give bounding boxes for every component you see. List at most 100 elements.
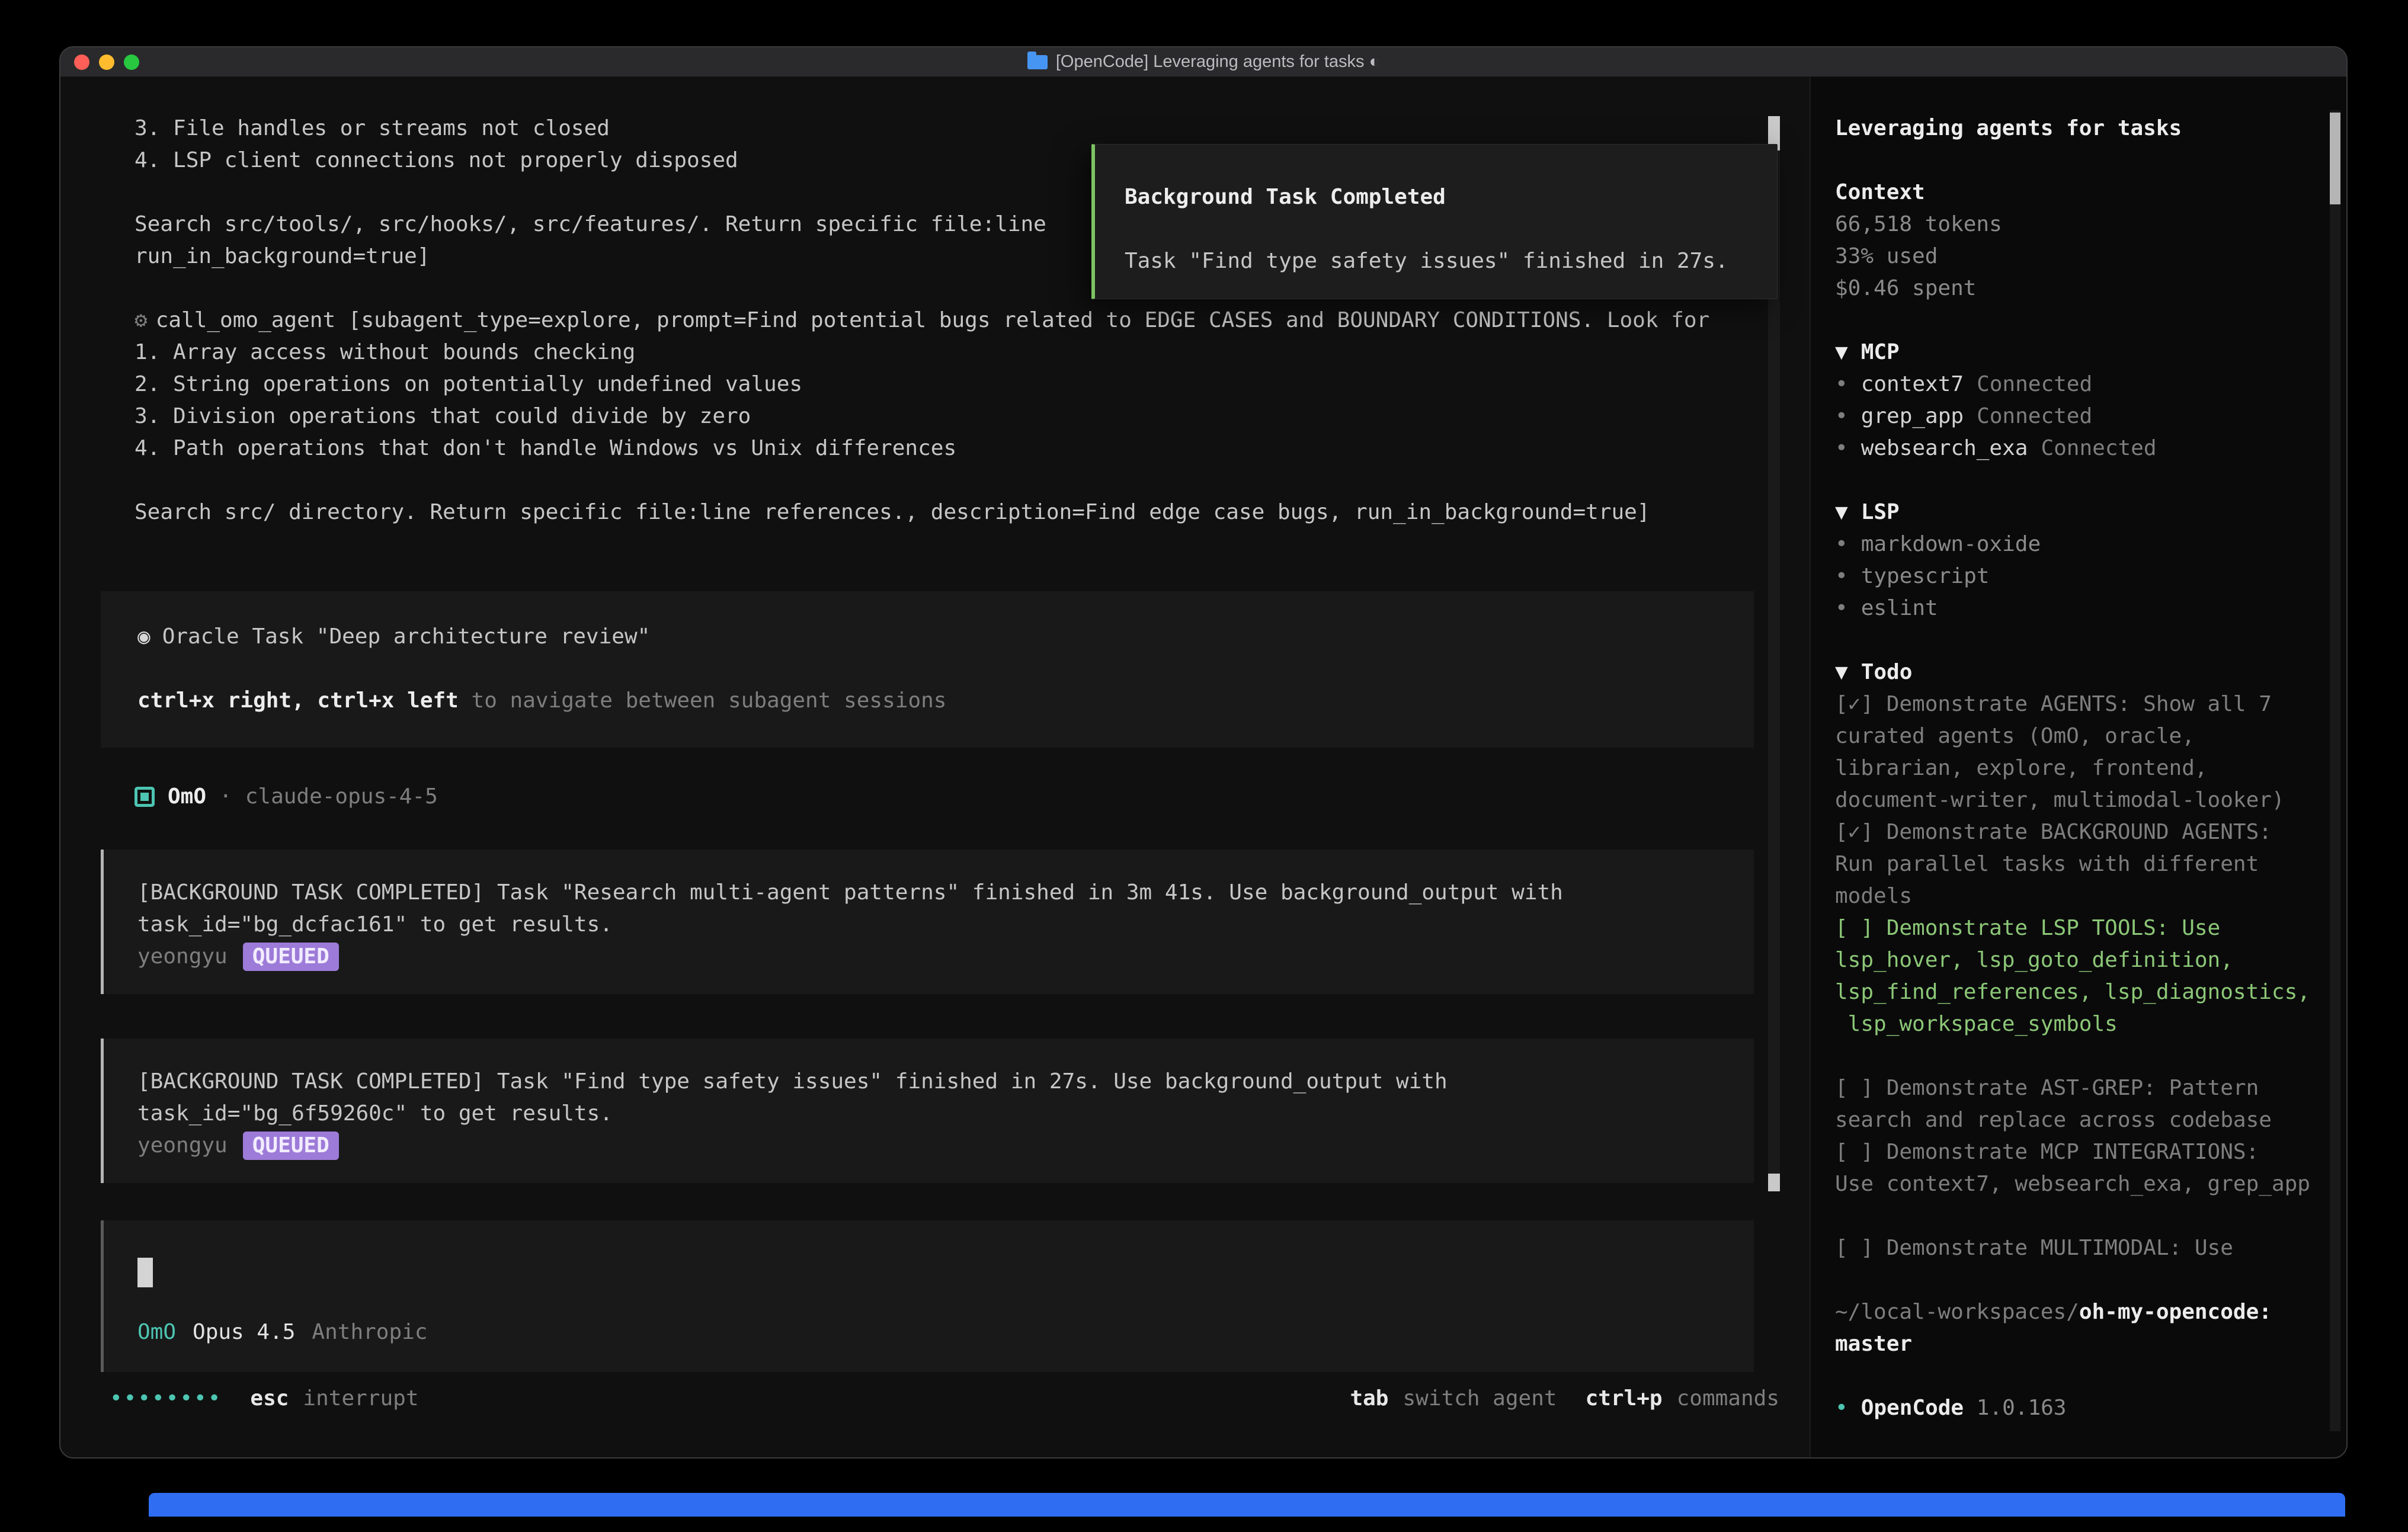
todo-line: lsp_find_references, lsp_diagnostics, [1835, 976, 2346, 1008]
oracle-task-title-line: ◉ Oracle Task "Deep architecture review" [137, 621, 1754, 653]
context-tokens: 66,518 tokens [1835, 209, 2346, 241]
background-task-notification: Background Task Completed Task "Find typ… [1091, 144, 1778, 299]
window-title-text: [OpenCode] Leveraging agents for tasks ◐ [1056, 52, 1379, 72]
workspace-path-prefix: ~/local-workspaces/ [1835, 1300, 2079, 1324]
agent-icon [135, 787, 155, 807]
branch-name: master [1835, 1328, 2346, 1360]
todo-item-pending: [ ] Demonstrate AST-GREP: Pattern search… [1835, 1072, 2346, 1136]
minimize-button[interactable] [99, 55, 114, 70]
mcp-item: •websearch_exaConnected [1835, 432, 2346, 464]
queued-badge: QUEUED [243, 1132, 339, 1160]
todo-line: Run parallel tasks with different [1835, 848, 2346, 880]
mcp-section-header[interactable]: ▼ MCP [1835, 336, 2346, 368]
mcp-item: • grep_app Connected [1835, 400, 2346, 432]
mcp-item-status: Connected [1977, 372, 2092, 396]
mcp-item-name: websearch_exa [1861, 436, 2028, 460]
opencode-version-line: •OpenCode 1.0.163 [1835, 1392, 2346, 1424]
todo-line: [✓] Demonstrate BACKGROUND AGENTS: [1835, 816, 2346, 848]
todo-line: [ ] Demonstrate LSP TOOLS: Use [1835, 912, 2346, 944]
chevron-down-icon: ▼ [1835, 340, 1848, 364]
todo-line: librarian, explore, frontend, [1835, 752, 2346, 784]
model-info-line: OmO Opus 4.5 Anthropic [137, 1316, 1754, 1348]
lsp-item-name: eslint [1861, 596, 1938, 620]
input-model: Opus 4.5 [193, 1316, 295, 1348]
mcp-item-name: context7 [1861, 372, 1964, 396]
record-icon: ◉ [137, 624, 150, 649]
message-meta: yeongyu QUEUED [137, 941, 1754, 973]
opencode-version-number: 1.0.163 [1977, 1396, 2067, 1420]
folder-icon [1027, 55, 1048, 69]
lsp-item-name: markdown-oxide [1861, 532, 2041, 556]
switch-agent-label: switch agent [1402, 1383, 1557, 1415]
close-button[interactable] [74, 55, 89, 70]
mcp-item-name: grep_app [1861, 404, 1964, 428]
mcp-item-status: Connected [1977, 404, 2092, 428]
prompt-input[interactable]: OmO Opus 4.5 Anthropic [101, 1220, 1754, 1372]
todo-line: lsp_workspace_symbols [1835, 1008, 2346, 1040]
todo-item-done: [✓] Demonstrate AGENTS: Show all 7 curat… [1835, 688, 2346, 816]
todo-line: models [1835, 880, 2346, 912]
todo-line: lsp_hover, lsp_goto_definition, [1835, 944, 2346, 976]
nav-hint-keys: ctrl+x right, ctrl+x left [137, 688, 459, 713]
oracle-task-title: Oracle Task "Deep architecture review" [162, 624, 651, 649]
todo-item-done: [✓] Demonstrate BACKGROUND AGENTS: Run p… [1835, 816, 2346, 912]
todo-line: Use context7, websearch_exa, grep_app [1835, 1168, 2346, 1200]
window-body: 3. File handles or streams not closed 4.… [60, 77, 2346, 1457]
todo-item-pending: [ ] Demonstrate MCP INTEGRATIONS: Use co… [1835, 1136, 2346, 1200]
tool-call-line: ⚙call_omo_agent [subagent_type=explore, … [60, 305, 1810, 336]
mcp-heading: MCP [1861, 340, 1900, 364]
opencode-window: [OpenCode] Leveraging agents for tasks ◐… [59, 46, 2348, 1459]
mcp-item-status: Connected [2041, 436, 2156, 460]
nav-hint-text: to navigate between subagent sessions [459, 688, 947, 713]
agent-separator: · [219, 781, 232, 813]
traffic-lights [74, 55, 139, 70]
lsp-section-header[interactable]: ▼LSP [1835, 496, 2346, 528]
context-heading: Context [1835, 177, 2346, 209]
zoom-button[interactable] [124, 55, 139, 70]
lsp-heading: LSP [1861, 500, 1900, 524]
bullet-icon: • [1835, 532, 1848, 556]
gear-icon: ⚙ [135, 308, 148, 332]
main-scrollbar-thumb-bottom[interactable] [1768, 1174, 1780, 1191]
bullet-icon: • [1835, 404, 1848, 428]
sidebar: Leveraging agents for tasks Context 66,5… [1810, 77, 2346, 1457]
window-title: [OpenCode] Leveraging agents for tasks ◐ [1027, 52, 1379, 72]
message-meta: yeongyu QUEUED [137, 1130, 1754, 1162]
todo-heading: Todo [1861, 660, 1913, 684]
mcp-item: • context7 Connected [1835, 368, 2346, 400]
todo-item-active: [ ] Demonstrate LSP TOOLS: Use lsp_hover… [1835, 912, 2346, 1040]
message-author: yeongyu [137, 941, 228, 973]
input-provider: Anthropic [312, 1316, 427, 1348]
workspace-path: ~/local-workspaces/oh-my-opencode: [1835, 1296, 2346, 1328]
commands-label: commands [1677, 1383, 1779, 1415]
sidebar-scrollbar-thumb[interactable] [2330, 113, 2340, 204]
workspace-name: oh-my-opencode: [2079, 1300, 2272, 1324]
bullet-icon: • [1835, 372, 1848, 396]
message-text: task_id="bg_dcfac161" to get results. [137, 909, 1754, 941]
log-line: Search src/ directory. Return specific f… [60, 496, 1810, 528]
ctrlp-key-hint: ctrl+p [1586, 1383, 1663, 1415]
log-line: 2. String operations on potentially unde… [60, 368, 1810, 400]
subagent-nav-hint: ctrl+x right, ctrl+x left to navigate be… [137, 685, 1754, 717]
spinner-dots: •••••••• [110, 1383, 222, 1415]
message-block: [BACKGROUND TASK COMPLETED] Task "Resear… [101, 850, 1754, 994]
agent-header: OmO · claude-opus-4-5 [60, 781, 1810, 813]
todo-line: [ ] Demonstrate MULTIMODAL: Use [1835, 1232, 2346, 1264]
agent-model: claude-opus-4-5 [245, 781, 438, 813]
notification-title: Background Task Completed [1125, 181, 1777, 213]
input-agent-name: OmO [137, 1316, 176, 1348]
todo-line: document-writer, multimodal-looker) [1835, 784, 2346, 816]
sidebar-scrollbar[interactable] [2330, 110, 2340, 1431]
todo-line: [ ] Demonstrate MCP INTEGRATIONS: [1835, 1136, 2346, 1168]
context-spent: $0.46 spent [1835, 273, 2346, 305]
lsp-item-name: typescript [1861, 564, 1990, 588]
context-used: 33% used [1835, 241, 2346, 273]
bullet-icon: • [1835, 564, 1848, 588]
titlebar: [OpenCode] Leveraging agents for tasks ◐ [60, 47, 2346, 77]
bullet-icon: • [1835, 1396, 1848, 1420]
message-text: task_id="bg_6f59260c" to get results. [137, 1098, 1754, 1130]
todo-line: search and replace across codebase [1835, 1104, 2346, 1136]
oracle-task-panel: ◉Oracle Task "Deep architecture review" … [101, 591, 1754, 748]
log-line: 1. Array access without bounds checking [60, 336, 1810, 368]
todo-section-header[interactable]: ▼Todo [1835, 656, 2346, 688]
